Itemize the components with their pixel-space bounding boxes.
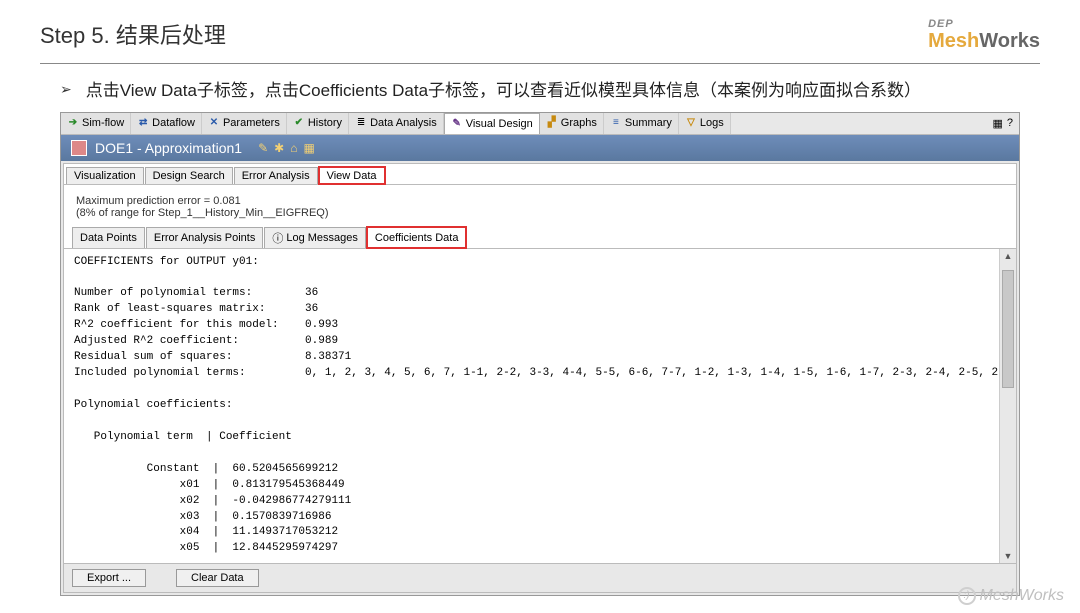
- bullet-arrow-icon: ➢: [60, 81, 72, 98]
- watermark: :) MeshWorks: [958, 587, 1064, 605]
- tab-label: Logs: [700, 117, 724, 129]
- page-title: Step 5. 结果后处理: [40, 18, 226, 50]
- subtab-label: Coefficients Data: [375, 232, 459, 244]
- subtab-label: Error Analysis Points: [154, 232, 255, 244]
- doe-icon: [71, 140, 87, 156]
- sub-tabs-level2: Data Points Error Analysis Points ⓘLog Mes…: [64, 227, 1016, 249]
- tab-dataflow[interactable]: ⇄Dataflow: [131, 113, 202, 134]
- tab-graphs[interactable]: ▞Graphs: [540, 113, 604, 134]
- help-icon[interactable]: ?: [1007, 117, 1013, 130]
- tab-label: Summary: [625, 117, 672, 129]
- subtab-label: Log Messages: [286, 232, 358, 244]
- clear-data-button[interactable]: Clear Data: [176, 569, 259, 587]
- dataflow-icon: ⇄: [137, 117, 149, 129]
- subtab-label: Data Points: [80, 232, 137, 244]
- logo-dep: DEP: [928, 18, 1040, 30]
- toolbar-right: ▦?: [992, 117, 1019, 130]
- doe-tool-icon-0[interactable]: ✎: [258, 141, 268, 155]
- graphs-icon: ▞: [546, 117, 558, 129]
- doe-tool-icon-2[interactable]: ⌂: [290, 141, 297, 155]
- subtab-log-messages[interactable]: ⓘLog Messages: [264, 227, 366, 248]
- sim-flow-icon: ➔: [67, 117, 79, 129]
- footer-bar: Export ... Clear Data: [64, 563, 1016, 592]
- doe-title: DOE1 - Approximation1: [95, 140, 242, 156]
- layout-icon[interactable]: ▦: [992, 117, 1002, 130]
- description-text: 点击View Data子标签，点击Coefficients Data子标签，可以…: [86, 78, 921, 104]
- data-analysis-icon: ≣: [355, 117, 367, 129]
- sub-tabs-level1: VisualizationDesign SearchError Analysis…: [64, 164, 1016, 185]
- tab-logs[interactable]: ▽Logs: [679, 113, 731, 134]
- info-icon: ⓘ: [272, 230, 283, 246]
- logo-meshworks: MeshWorks: [928, 30, 1040, 53]
- tab-data-analysis[interactable]: ≣Data Analysis: [349, 113, 444, 134]
- tab-label: Graphs: [561, 117, 597, 129]
- doe-tool-icon-1[interactable]: ✱: [274, 141, 284, 155]
- visual-design-icon: ✎: [451, 118, 463, 130]
- subtab-error-analysis[interactable]: Error Analysis: [234, 167, 318, 184]
- subtab-coefficients-data[interactable]: Coefficients Data: [367, 227, 467, 248]
- tab-label: Data Analysis: [370, 117, 437, 129]
- scroll-thumb[interactable]: [1002, 270, 1014, 388]
- doe-header: DOE1 - Approximation1 ✎ ✱ ⌂ ▦: [61, 135, 1019, 161]
- info-block: Maximum prediction error = 0.081 (8% of …: [64, 185, 1016, 223]
- tab-visual-design[interactable]: ✎Visual Design: [444, 113, 540, 134]
- tab-label: Parameters: [223, 117, 280, 129]
- tab-parameters[interactable]: ✕Parameters: [202, 113, 287, 134]
- info-line2: (8% of range for Step_1__History_Min__EI…: [76, 207, 1004, 219]
- scroll-down-icon[interactable]: ▼: [1004, 551, 1013, 561]
- logo: DEP MeshWorks: [928, 18, 1040, 53]
- tab-label: Visual Design: [466, 118, 533, 130]
- content-pane: VisualizationDesign SearchError Analysis…: [63, 163, 1017, 594]
- tab-label: Sim-flow: [82, 117, 124, 129]
- tab-label: History: [308, 117, 342, 129]
- tab-label: Dataflow: [152, 117, 195, 129]
- doe-tool-icon-3[interactable]: ▦: [303, 141, 314, 155]
- app-window: ➔Sim-flow⇄Dataflow✕Parameters✔History≣Da…: [60, 112, 1020, 597]
- parameters-icon: ✕: [208, 117, 220, 129]
- vertical-scrollbar[interactable]: ▲ ▼: [1000, 249, 1016, 564]
- history-icon: ✔: [293, 117, 305, 129]
- subtab-view-data[interactable]: View Data: [319, 167, 385, 184]
- export-button[interactable]: Export ...: [72, 569, 146, 587]
- wechat-icon: :): [958, 587, 976, 605]
- main-tabs: ➔Sim-flow⇄Dataflow✕Parameters✔History≣Da…: [61, 113, 1019, 135]
- subtab-visualization[interactable]: Visualization: [66, 167, 144, 184]
- tab-sim-flow[interactable]: ➔Sim-flow: [61, 113, 131, 134]
- watermark-text: MeshWorks: [980, 587, 1064, 605]
- coefficients-text-area: COEFFICIENTS for OUTPUT y01: Number of p…: [64, 249, 1000, 564]
- logs-icon: ▽: [685, 117, 697, 129]
- scroll-up-icon[interactable]: ▲: [1004, 251, 1013, 261]
- subtab-design-search[interactable]: Design Search: [145, 167, 233, 184]
- subtab-error-analysis-points[interactable]: Error Analysis Points: [146, 227, 263, 248]
- summary-icon: ≡: [610, 117, 622, 129]
- subtab-data-points[interactable]: Data Points: [72, 227, 145, 248]
- tab-history[interactable]: ✔History: [287, 113, 349, 134]
- info-line1: Maximum prediction error = 0.081: [76, 195, 1004, 207]
- tab-summary[interactable]: ≡Summary: [604, 113, 679, 134]
